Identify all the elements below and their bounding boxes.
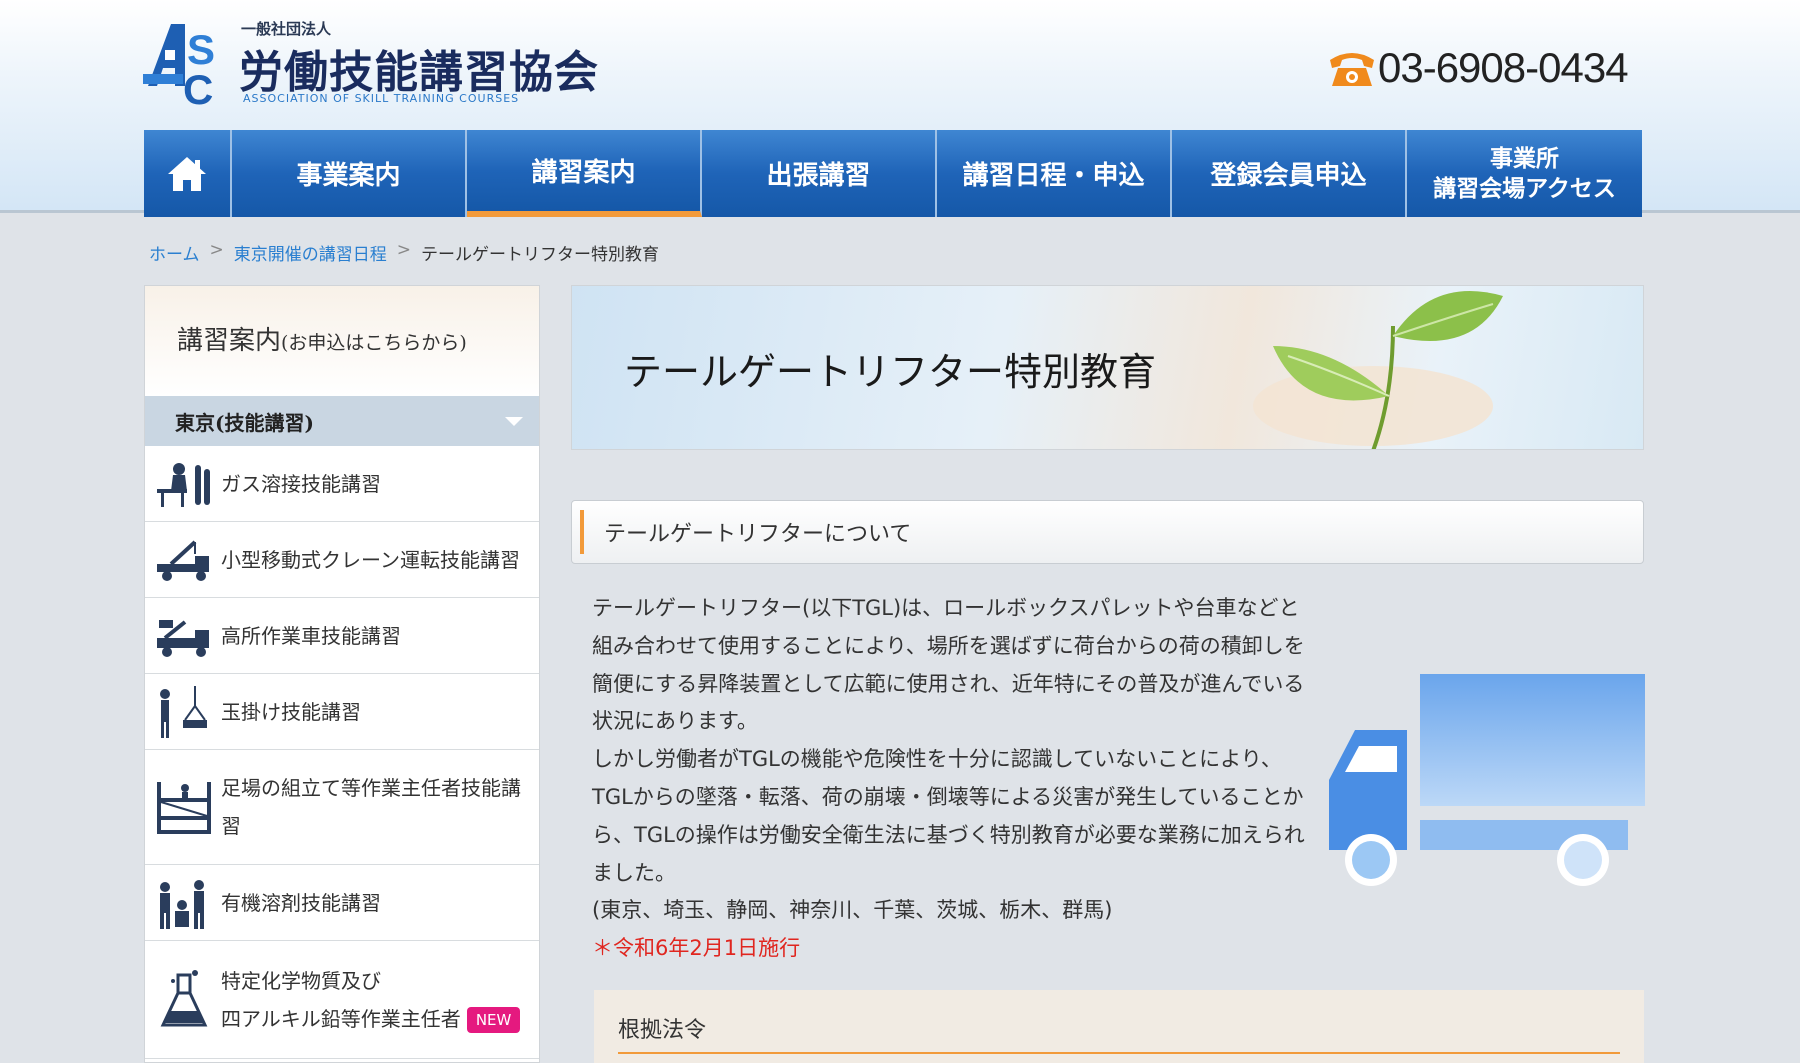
breadcrumb-schedule[interactable]: 東京開催の講習日程 (234, 240, 387, 265)
site-logo[interactable]: S C 一般社団法人 労働技能講習協会 ASSOCIATION OF SKILL… (143, 16, 603, 108)
phone-number: 03-6908-0434 (1378, 44, 1629, 91)
logo-name: 労働技能講習協会 (239, 47, 599, 98)
home-icon (168, 156, 206, 191)
logo-english: ASSOCIATION OF SKILL TRAINING COURSES (243, 92, 520, 105)
legal-basis-heading: 根拠法令 (594, 990, 1644, 1063)
sidebar-item-label-line1: 特定化学物質及び (221, 968, 381, 993)
sidebar-title: 講習案内(お申込はこちらから) (145, 286, 539, 396)
telephone-icon (1330, 53, 1374, 86)
sidebar-item-label: ガス溶接技能講習 (221, 471, 381, 496)
section-body: テールゲートリフター(以下TGL)は、ロールボックスパレットや台車などと組み合わ… (592, 590, 1312, 968)
sidebar-item-label: 特定化学物質及び 四アルキル鉛等作業主任者 NEW (215, 962, 521, 1038)
nav-access-line1: 事業所 (1489, 144, 1559, 172)
chevron-down-icon (505, 416, 523, 426)
global-nav: 事業案内 講習案内 出張講習 講習日程・申込 登録会員申込 事業所 講習会場アク… (144, 130, 1644, 217)
organic-solvent-icon (153, 872, 215, 934)
nav-home[interactable] (144, 130, 232, 217)
sidebar-item-mobile-crane[interactable]: 小型移動式クレーン運転技能講習 (145, 522, 539, 598)
sidebar-item-label: 小型移動式クレーン運転技能講習 (221, 547, 520, 572)
body-paragraph: (東京、埼玉、静岡、神奈川、千葉、茨城、栃木、群馬) (592, 898, 1113, 923)
legal-basis-heading-text: 根拠法令 (618, 1018, 707, 1043)
new-badge: NEW (466, 1007, 521, 1033)
scaffold-icon (153, 776, 215, 838)
phone-contact[interactable]: 03-6908-0434 (1326, 44, 1629, 92)
sidebar-item-label: 足場の組立て等作業主任者技能講習 (221, 776, 521, 838)
crane-truck-icon (153, 529, 215, 591)
breadcrumb-current: テールゲートリフター特別教育 (421, 245, 659, 265)
nav-access[interactable]: 事業所 講習会場アクセス (1407, 130, 1642, 217)
sidebar-item-label-line2: 四アルキル鉛等作業主任者 NEW (221, 1000, 521, 1038)
section-heading-text: テールゲートリフターについて (604, 522, 912, 547)
page-banner: テールゲートリフター特別教育 (571, 285, 1644, 450)
sidebar-title-text: 講習案内 (177, 326, 282, 356)
sidebar-item-label: 有機溶剤技能講習 (221, 890, 381, 915)
sidebar-item-slinging[interactable]: 玉掛け技能講習 (145, 674, 539, 750)
body-paragraph: テールゲートリフター(以下TGL)は、ロールボックスパレットや台車などと組み合わ… (592, 596, 1305, 734)
truck-illustration-icon (1329, 674, 1645, 886)
sidebar-item-label: 高所作業車技能講習 (221, 623, 401, 648)
page-title: テールゲートリフター特別教育 (624, 350, 1157, 394)
breadcrumb-separator: > (209, 240, 224, 260)
section-heading: テールゲートリフターについて (571, 500, 1644, 564)
heading-underline (618, 1052, 1620, 1054)
sidebar-item-specific-chemicals[interactable]: 特定化学物質及び 四アルキル鉛等作業主任者 NEW (145, 941, 539, 1059)
aerial-work-truck-icon (153, 605, 215, 667)
nav-schedule-apply[interactable]: 講習日程・申込 (937, 130, 1172, 217)
enforcement-note: ＊令和6年2月1日施行 (592, 936, 801, 961)
nav-business[interactable]: 事業案内 (232, 130, 467, 217)
sidebar-item-aerial-work[interactable]: 高所作業車技能講習 (145, 598, 539, 674)
breadcrumb-home[interactable]: ホーム (149, 240, 200, 265)
body-paragraph: しかし労働者がTGLの機能や危険性を十分に認識していないことにより、TGLからの… (592, 747, 1305, 885)
nav-onsite-courses[interactable]: 出張講習 (702, 130, 937, 217)
sidebar-category-label: 東京(技能講習) (175, 410, 314, 435)
sidebar-category-tokyo[interactable]: 東京(技能講習) (145, 396, 539, 446)
nav-access-line2: 講習会場アクセス (1433, 174, 1616, 202)
sidebar-title-note: (お申込はこちらから) (281, 332, 467, 354)
sidebar-item-label: 玉掛け技能講習 (221, 699, 361, 724)
svg-text:C: C (183, 66, 213, 106)
sidebar-item-organic-solvent[interactable]: 有機溶剤技能講習 (145, 865, 539, 941)
logo-mark-icon: S C (143, 24, 215, 106)
sidebar-item-scaffold[interactable]: 足場の組立て等作業主任者技能講習 (145, 750, 539, 865)
sidebar: 講習案内(お申込はこちらから) 東京(技能講習) ガス溶接技能講習 小型移動式ク… (144, 285, 540, 1063)
flask-icon (153, 969, 215, 1031)
sidebar-item-gas-welding[interactable]: ガス溶接技能講習 (145, 446, 539, 522)
slinging-icon (153, 681, 215, 743)
sidebar-item-label-line2-text: 四アルキル鉛等作業主任者 (221, 1006, 461, 1031)
breadcrumb-separator: > (396, 240, 411, 260)
leaf-illustration-icon (1253, 291, 1503, 449)
breadcrumb: ホーム > 東京開催の講習日程 > テールゲートリフター特別教育 (149, 240, 659, 265)
nav-courses[interactable]: 講習案内 (467, 130, 702, 217)
nav-member-register[interactable]: 登録会員申込 (1172, 130, 1407, 217)
welder-icon (153, 453, 215, 515)
